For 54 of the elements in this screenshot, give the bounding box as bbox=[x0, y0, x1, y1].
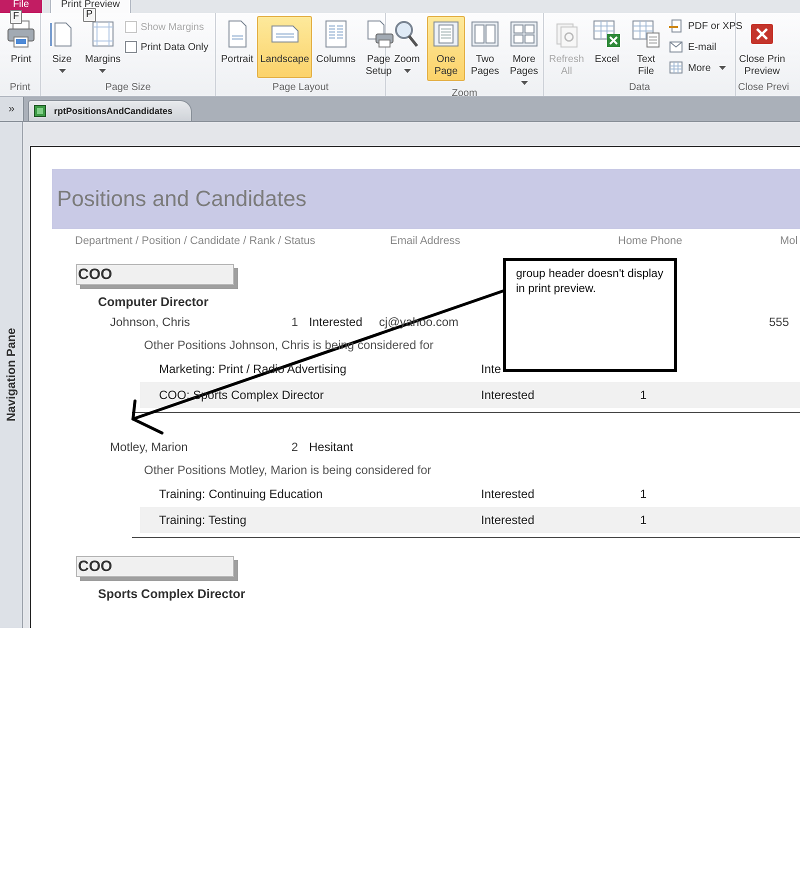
candidate-name: Johnson, Chris bbox=[110, 315, 192, 331]
status: Interested bbox=[481, 487, 534, 501]
ribbon-button[interactable]: Columns bbox=[313, 16, 359, 78]
callout-text: group header doesn't display in print preview. bbox=[516, 268, 664, 295]
status: Interested bbox=[481, 388, 534, 402]
group-label: Zoom bbox=[450, 88, 478, 96]
document-arrow-icon bbox=[668, 18, 684, 34]
other-position: Training: Continuing Education bbox=[159, 487, 323, 501]
nav-toggle-button[interactable]: » bbox=[0, 97, 24, 121]
ribbon-button[interactable]: Size bbox=[43, 16, 81, 78]
rank: 1 bbox=[640, 388, 647, 402]
status: Interested bbox=[309, 315, 362, 329]
checkbox[interactable]: Print Data Only bbox=[124, 39, 208, 55]
position-title: Sports Complex Director bbox=[98, 587, 246, 603]
ribbon-button[interactable]: More Pages bbox=[505, 16, 543, 88]
navigation-pane[interactable]: Navigation Pane bbox=[0, 122, 23, 628]
mobile-phone: 555 bbox=[769, 315, 790, 329]
group-label: Print bbox=[8, 82, 32, 95]
ribbon-button[interactable]: One Page bbox=[427, 16, 465, 81]
group-label: Close Previ bbox=[737, 82, 790, 95]
position-title: Computer Director bbox=[98, 295, 210, 311]
rank: 1 bbox=[640, 513, 647, 527]
table-icon bbox=[668, 60, 684, 76]
table-file-icon bbox=[630, 18, 662, 50]
other-position: Training: Testing bbox=[159, 513, 246, 527]
document-tab[interactable]: rptPositionsAndCandidates bbox=[28, 100, 192, 121]
rank: 2 bbox=[291, 440, 298, 454]
status: Inte bbox=[481, 362, 502, 376]
ribbon-button[interactable]: PDF or XPS bbox=[666, 16, 744, 36]
group-label: Data bbox=[628, 82, 652, 95]
group-label: Page Size bbox=[104, 82, 152, 95]
email-icon bbox=[668, 39, 684, 55]
report-title: Positions and Candidates bbox=[57, 186, 306, 212]
column-heading: Email Address bbox=[390, 235, 462, 249]
ribbon-tab[interactable]: File bbox=[0, 0, 42, 13]
column-heading: Department / Position / Candidate / Rank / Status bbox=[75, 235, 316, 249]
printer-icon bbox=[5, 18, 37, 50]
keytip: F bbox=[10, 10, 22, 24]
ribbon-button[interactable]: Landscape bbox=[257, 16, 312, 78]
group-label: Page Layout bbox=[271, 82, 330, 95]
ribbon-button[interactable]: Portrait bbox=[218, 16, 256, 78]
column-heading: Home Phone bbox=[618, 235, 684, 249]
candidate-name: Motley, Marion bbox=[110, 440, 189, 456]
report-icon bbox=[34, 105, 46, 117]
rank: 1 bbox=[291, 315, 298, 329]
other-positions-heading: Other Positions Motley, Marion is being considered for bbox=[144, 463, 432, 477]
column-heading: Mol bbox=[780, 235, 799, 249]
status: Hesitant bbox=[309, 440, 354, 454]
keytip: P bbox=[83, 8, 96, 22]
status: Interested bbox=[481, 513, 534, 527]
ribbon-button[interactable]: Two Pages bbox=[466, 16, 504, 81]
rank: 1 bbox=[640, 487, 647, 501]
ribbon-button[interactable]: Excel bbox=[588, 16, 626, 78]
ribbon-button[interactable]: Text File bbox=[627, 16, 666, 81]
